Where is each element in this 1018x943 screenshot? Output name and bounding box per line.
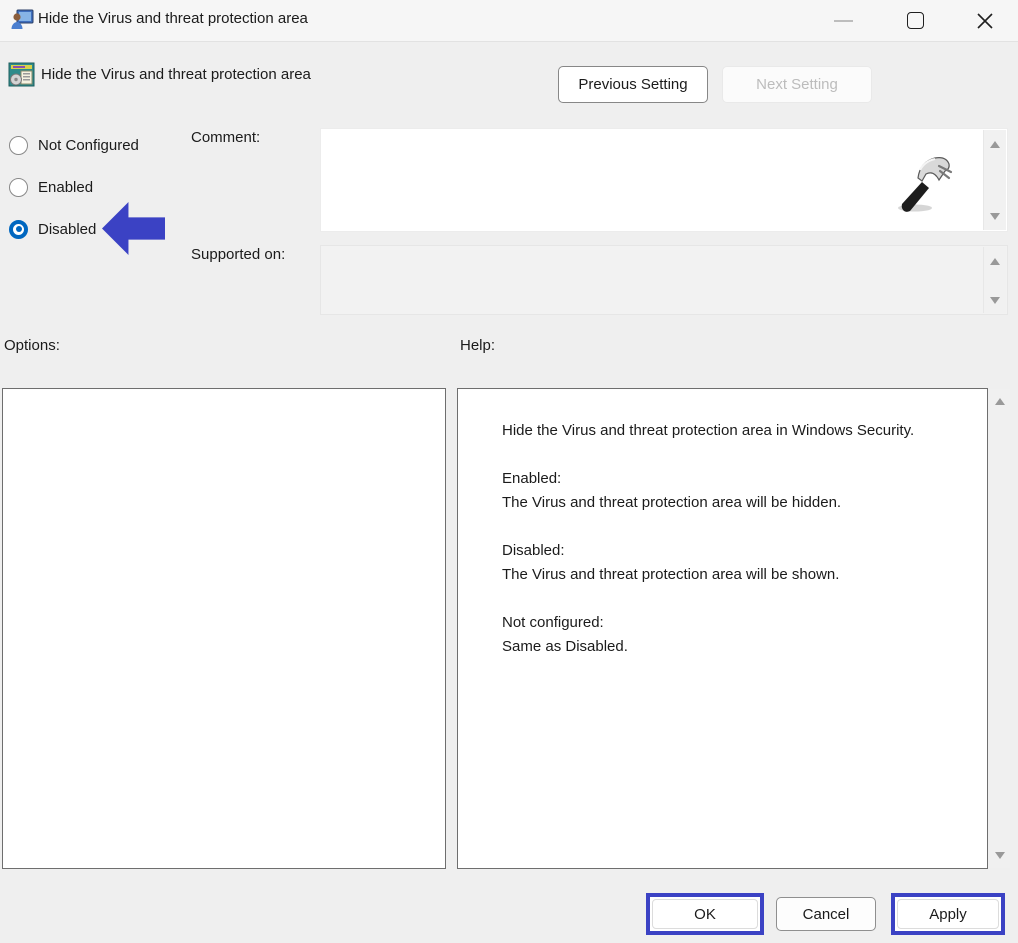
help-section-heading: Enabled:: [502, 470, 562, 487]
ok-button[interactable]: OK: [652, 899, 758, 929]
radio-circle-icon[interactable]: [9, 135, 28, 155]
cancel-button[interactable]: Cancel: [776, 897, 876, 931]
scroll-up-icon[interactable]: [995, 398, 1005, 405]
window-title: Hide the Virus and threat protection are…: [38, 10, 308, 27]
next-setting-button[interactable]: Next Setting: [722, 66, 872, 103]
radio-disabled[interactable]: Disabled: [9, 219, 96, 239]
close-icon: [977, 12, 993, 29]
comment-input[interactable]: [320, 128, 1008, 232]
options-panel: [2, 388, 446, 869]
setting-title: Hide the Virus and threat protection are…: [41, 66, 311, 83]
options-label: Options:: [4, 337, 60, 354]
previous-setting-button[interactable]: Previous Setting: [558, 66, 708, 103]
help-scrollbar[interactable]: [990, 389, 1010, 868]
help-section-body: The Virus and threat protection area wil…: [502, 494, 842, 511]
minimize-button[interactable]: [820, 0, 866, 41]
radio-label: Enabled: [38, 178, 94, 196]
ok-annotation-highlight: OK: [646, 893, 764, 935]
help-section-heading: Not configured:: [502, 614, 604, 631]
supported-on-field: [320, 245, 1008, 315]
help-description: Hide the Virus and threat protection are…: [502, 422, 915, 439]
comment-scrollbar[interactable]: [983, 130, 1006, 230]
maximize-icon: [906, 12, 924, 29]
title-bar[interactable]: Hide the Virus and threat protection are…: [0, 0, 1018, 42]
radio-not-configured[interactable]: Not Configured: [9, 135, 139, 155]
scroll-up-icon[interactable]: [990, 141, 1000, 148]
help-section-disabled: Disabled: The Virus and threat protectio…: [465, 539, 973, 587]
help-section-enabled: Enabled: The Virus and threat protection…: [465, 467, 973, 515]
group-policy-setting-dialog: Hide the Virus and threat protection are…: [0, 0, 1018, 943]
help-panel: Hide the Virus and threat protection are…: [457, 388, 988, 869]
comment-label: Comment:: [191, 129, 261, 146]
scroll-up-icon[interactable]: [990, 258, 1000, 265]
help-label: Help:: [460, 337, 496, 354]
policy-setting-icon: [8, 62, 35, 87]
group-policy-app-icon: [11, 9, 34, 29]
help-section-heading: Disabled:: [502, 542, 565, 559]
scroll-down-icon[interactable]: [990, 297, 1000, 304]
help-section-body: The Virus and threat protection area wil…: [502, 566, 840, 583]
apply-annotation-highlight: Apply: [891, 893, 1005, 935]
radio-circle-icon[interactable]: [9, 177, 28, 197]
scroll-down-icon[interactable]: [990, 213, 1000, 220]
radio-enabled[interactable]: Enabled: [9, 177, 93, 197]
radio-circle-selected-icon[interactable]: [9, 219, 28, 239]
annotation-left-arrow-icon: [102, 202, 165, 255]
maximize-button[interactable]: [892, 0, 938, 41]
minimize-icon: [833, 19, 853, 22]
help-section-body: Same as Disabled.: [502, 638, 628, 655]
radio-label: Not Configured: [38, 136, 139, 154]
close-button[interactable]: [962, 0, 1008, 41]
radio-label: Disabled: [38, 220, 97, 238]
help-section-not-configured: Not configured: Same as Disabled.: [465, 611, 973, 659]
supported-on-scrollbar[interactable]: [983, 247, 1006, 313]
supported-on-label: Supported on:: [191, 246, 286, 263]
scroll-down-icon[interactable]: [995, 852, 1005, 859]
apply-button[interactable]: Apply: [897, 899, 999, 929]
